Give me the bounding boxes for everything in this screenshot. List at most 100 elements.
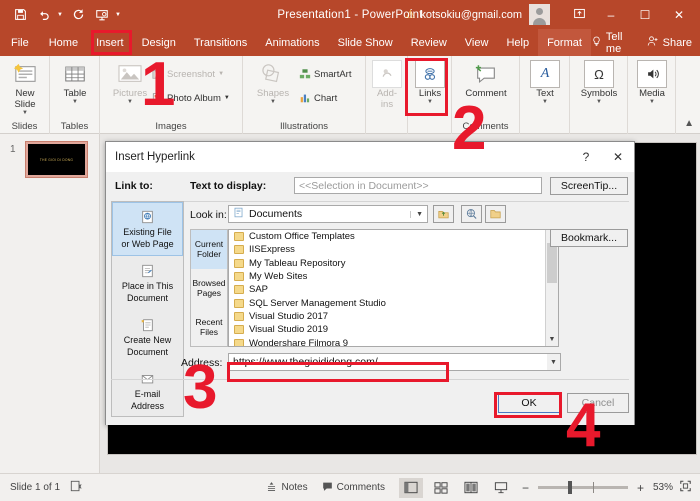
up-one-level-button[interactable] xyxy=(433,205,454,223)
link-to-email-address[interactable]: E-mail Address xyxy=(112,364,183,418)
comments-button[interactable]: Comments xyxy=(322,481,385,495)
scrollbar-thumb[interactable] xyxy=(547,243,557,283)
link-to-place-in-document[interactable]: Place in This Document xyxy=(112,256,183,310)
list-item[interactable]: Visual Studio 2017 xyxy=(229,310,558,323)
list-item[interactable]: Custom Office Templates xyxy=(229,230,558,243)
zoom-in-button[interactable]: + xyxy=(634,481,647,495)
list-item[interactable]: SQL Server Management Studio xyxy=(229,296,558,309)
list-item[interactable]: SAP xyxy=(229,283,558,296)
screentip-button[interactable]: ScreenTip... xyxy=(550,177,628,195)
bookmark-button[interactable]: Bookmark... xyxy=(550,229,628,247)
photo-album-dropdown-icon[interactable]: ▼ xyxy=(224,95,230,101)
dialog-close-icon[interactable]: ✕ xyxy=(602,142,634,172)
folder-icon xyxy=(234,285,244,295)
ribbon-content: New Slide ▼ Slides Table ▼ Tables Pictur… xyxy=(0,56,700,134)
symbols-dropdown-icon[interactable]: ▼ xyxy=(596,99,602,105)
list-item[interactable]: My Web Sites xyxy=(229,270,558,283)
smartart-button[interactable]: SmartArt xyxy=(299,68,351,80)
list-item[interactable]: IISExpress xyxy=(229,243,558,256)
slide-thumbnail-1[interactable]: THE GIOI DI DONG xyxy=(26,142,87,177)
slide-sorter-view-icon[interactable] xyxy=(429,478,453,498)
accessibility-icon[interactable] xyxy=(70,480,82,495)
link-to-place-label-2: Document xyxy=(126,293,169,303)
link-to-existing-file[interactable]: Existing File or Web Page xyxy=(112,202,183,256)
tab-insert[interactable]: Insert xyxy=(87,29,133,56)
list-item[interactable]: Wondershare Filmora 9 xyxy=(229,336,558,346)
reading-view-icon[interactable] xyxy=(459,478,483,498)
shapes-dropdown-icon[interactable]: ▼ xyxy=(270,99,276,105)
table-dropdown-icon[interactable]: ▼ xyxy=(72,99,78,105)
folder-icon xyxy=(234,258,244,268)
status-bar: Slide 1 of 1 Notes Comments − + 53% xyxy=(0,473,700,501)
tell-me-label: Tell me xyxy=(605,30,623,55)
share-button[interactable]: Share xyxy=(647,35,692,50)
media-dropdown-icon[interactable]: ▼ xyxy=(649,99,655,105)
share-person-icon xyxy=(647,35,659,50)
text-to-display-label: Text to display: xyxy=(190,180,267,192)
browse-web-button[interactable] xyxy=(461,205,482,223)
comments-label: Comments xyxy=(336,482,385,493)
tab-browsed-pages[interactable]: Browsed Pages xyxy=(191,269,227,308)
text-icon: A xyxy=(530,60,560,88)
chart-button[interactable]: Chart xyxy=(299,92,337,104)
list-item[interactable]: Visual Studio 2019 xyxy=(229,323,558,336)
links-dropdown-icon[interactable]: ▼ xyxy=(427,99,433,105)
new-slide-label-2: Slide xyxy=(14,99,36,110)
normal-view-icon[interactable] xyxy=(398,477,423,498)
screenshot-dropdown-icon[interactable]: ▼ xyxy=(218,71,224,77)
scroll-down-icon[interactable]: ▼ xyxy=(546,333,558,346)
tab-help[interactable]: Help xyxy=(497,29,538,56)
tab-slide-show[interactable]: Slide Show xyxy=(329,29,402,56)
table-button[interactable]: Table ▼ xyxy=(49,60,101,105)
notes-label: Notes xyxy=(281,482,308,493)
links-button[interactable]: Links ▼ xyxy=(404,60,456,105)
slide-thumbnail-number: 1 xyxy=(10,144,16,155)
tab-current-folder[interactable]: Current Folder xyxy=(191,230,227,269)
zoom-slider-thumb[interactable] xyxy=(567,481,572,494)
text-to-display-input[interactable]: <<Selection in Document>> xyxy=(294,177,542,194)
slide-thumbnail-text: THE GIOI DI DONG xyxy=(39,157,74,162)
tell-me-box[interactable]: Tell me xyxy=(591,31,631,55)
look-in-dropdown[interactable]: Documents ▼ xyxy=(228,205,428,223)
ok-button[interactable]: OK xyxy=(498,393,560,413)
link-to-create-new-document[interactable]: Create New Document xyxy=(112,310,183,364)
zoom-slider[interactable] xyxy=(537,481,628,494)
browse-file-button[interactable] xyxy=(485,205,506,223)
tab-review[interactable]: Review xyxy=(402,29,456,56)
title-bar: ▼ ▼ Presentation1 - PowerPoint ⚠ kotsoki… xyxy=(0,0,700,29)
new-slide-dropdown-icon[interactable]: ▼ xyxy=(22,110,28,116)
list-item[interactable]: My Tableau Repository xyxy=(229,257,558,270)
tab-transitions[interactable]: Transitions xyxy=(185,29,256,56)
address-chevron-down-icon[interactable]: ▼ xyxy=(547,353,561,371)
new-slide-icon xyxy=(10,60,40,88)
tab-file[interactable]: File xyxy=(0,29,40,56)
slideshow-view-icon[interactable] xyxy=(489,478,513,498)
dialog-help-icon[interactable]: ? xyxy=(570,142,602,172)
omega-icon: Ω xyxy=(584,60,614,88)
tab-format[interactable]: Format xyxy=(538,29,591,56)
media-button[interactable]: Media ▼ xyxy=(626,60,678,105)
tab-recent-files[interactable]: Recent Files xyxy=(191,308,227,347)
chart-icon xyxy=(299,92,311,104)
shapes-button[interactable]: Shapes ▼ xyxy=(247,60,299,105)
look-in-chevron-down-icon[interactable]: ▼ xyxy=(410,210,423,218)
notes-button[interactable]: Notes xyxy=(266,481,308,495)
collapse-ribbon-icon[interactable]: ▲ xyxy=(684,118,694,129)
slide-thumbnail-pane: 1 THE GIOI DI DONG xyxy=(0,134,100,473)
file-list[interactable]: Custom Office Templates IISExpress My Ta… xyxy=(228,229,559,347)
file-list-scrollbar[interactable]: ▲ ▼ xyxy=(545,230,558,346)
tab-home[interactable]: Home xyxy=(40,29,87,56)
avatar[interactable] xyxy=(529,4,550,25)
tab-animations[interactable]: Animations xyxy=(256,29,328,56)
text-button[interactable]: A Text ▼ xyxy=(519,60,571,105)
symbols-button[interactable]: Ω Symbols ▼ xyxy=(573,60,625,105)
tab-view[interactable]: View xyxy=(456,29,498,56)
new-slide-button[interactable]: New Slide ▼ xyxy=(0,60,51,116)
window-title: Presentation1 - PowerPoint xyxy=(277,8,423,21)
media-label: Media xyxy=(639,88,665,99)
address-input[interactable]: https://www.thegioididong.com/ xyxy=(228,353,561,371)
zoom-out-button[interactable]: − xyxy=(519,481,532,495)
pictures-dropdown-icon[interactable]: ▼ xyxy=(127,99,133,105)
fit-to-window-icon[interactable] xyxy=(679,480,692,495)
text-dropdown-icon[interactable]: ▼ xyxy=(542,99,548,105)
